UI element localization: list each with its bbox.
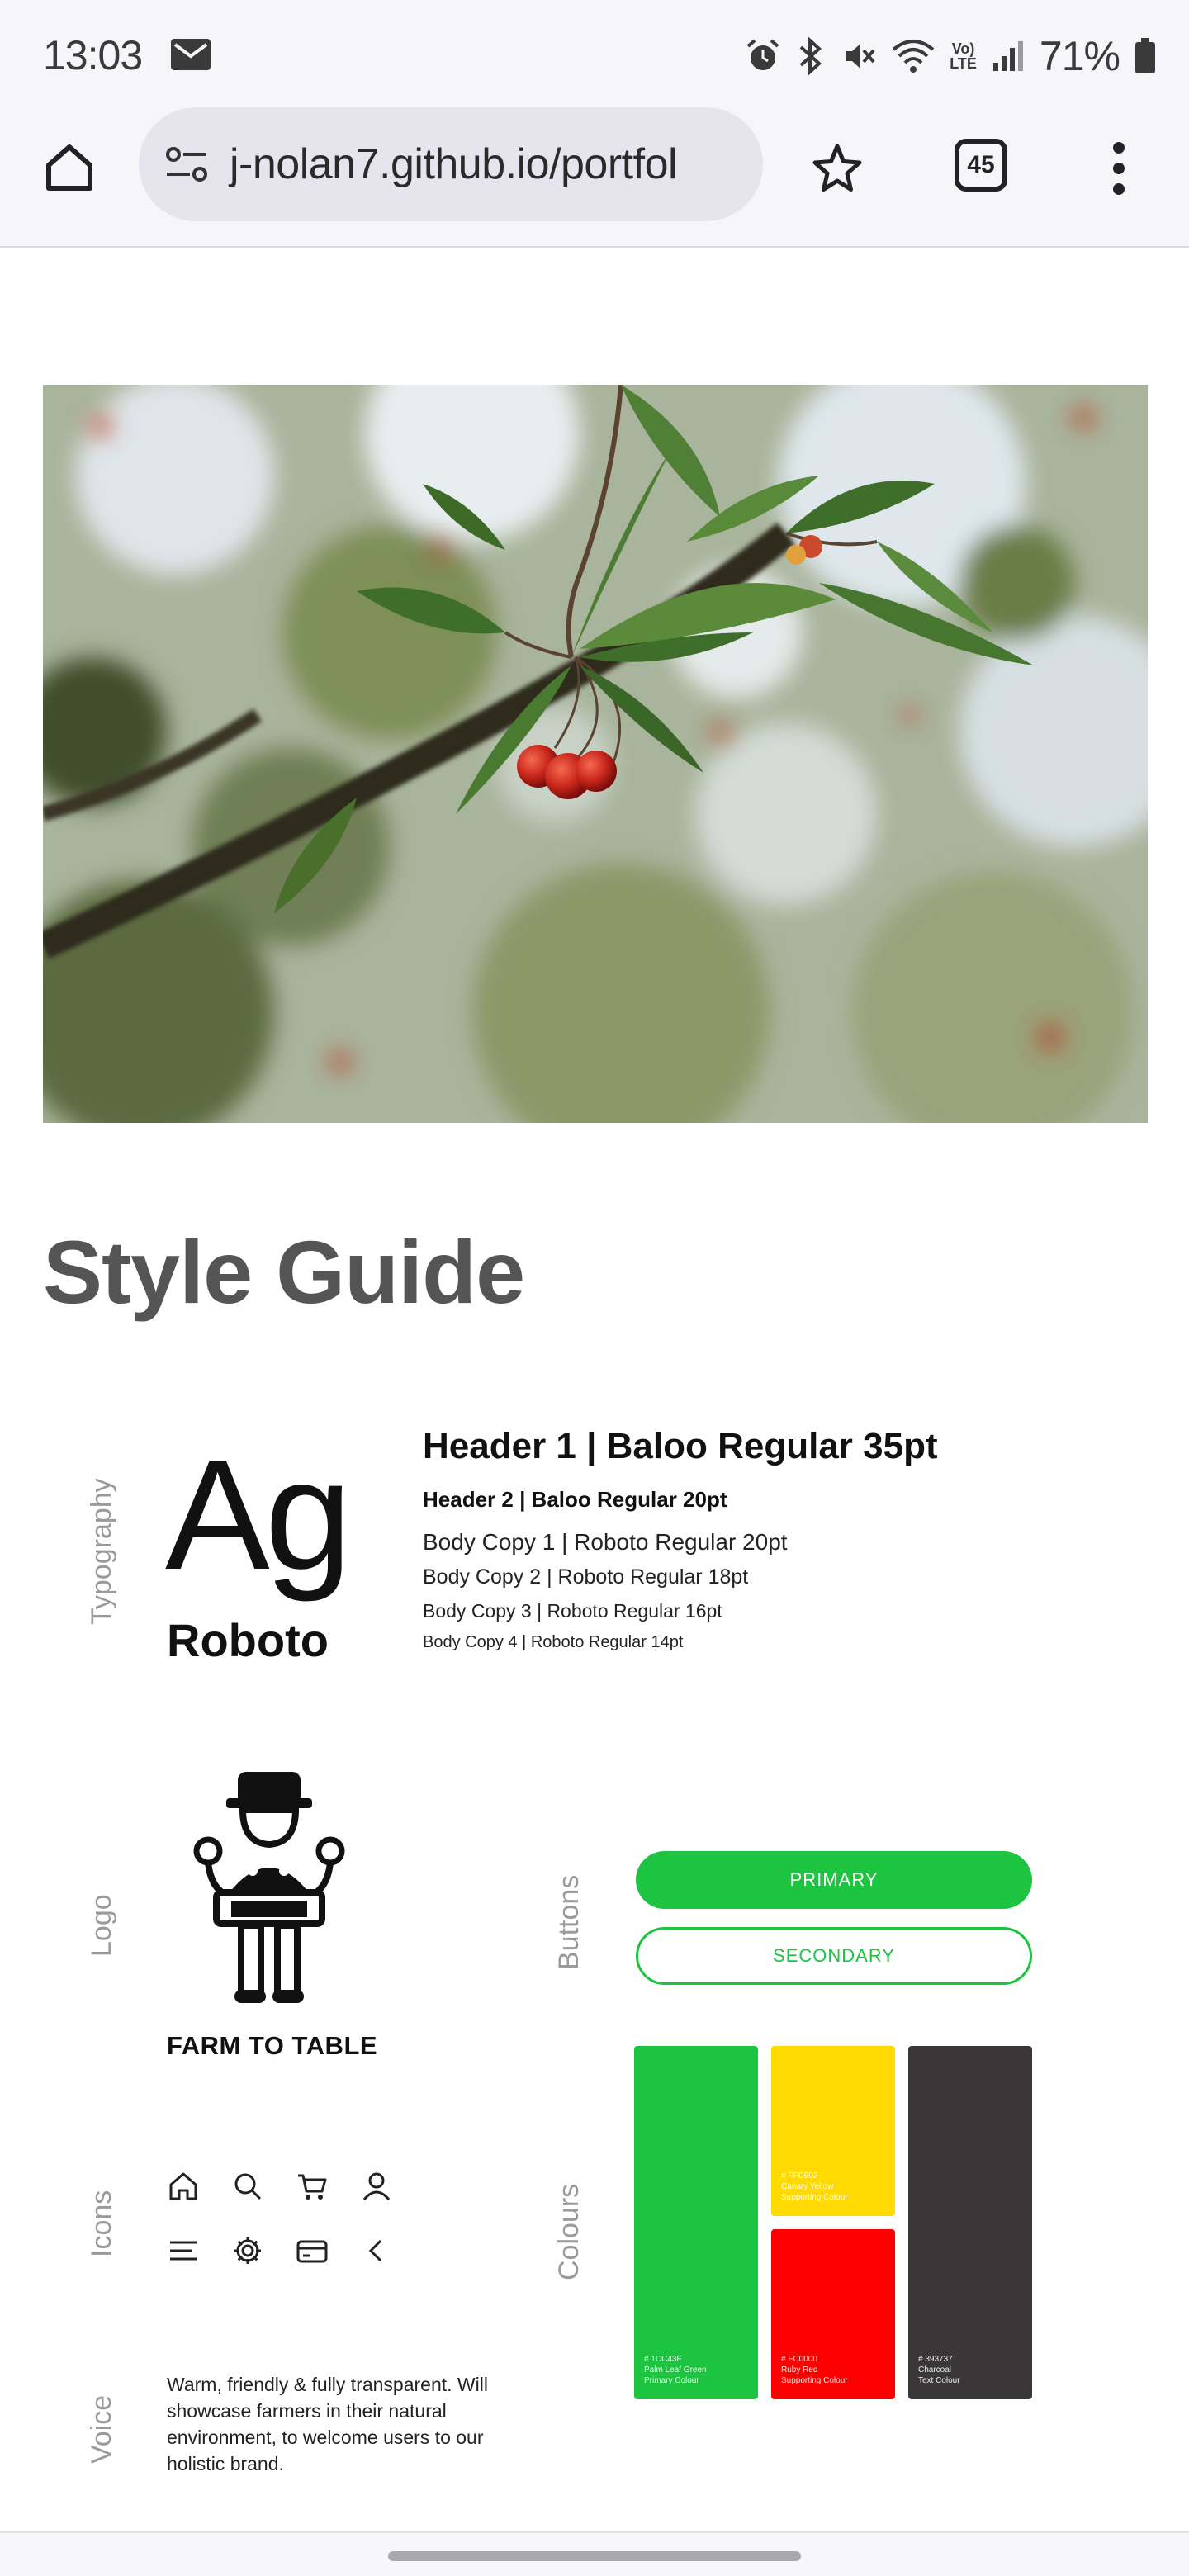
font-sample: Ag [165,1428,352,1603]
home-button[interactable] [38,136,101,199]
swatch-hex: # 393737 [918,2355,953,2364]
mail-icon [171,39,211,70]
swatch-hex: # FFD902 [781,2171,818,2181]
swatch-yellow: # FFD902 Canary Yellow Supporting Colour [771,2046,895,2216]
mute-icon [846,44,875,69]
swatch-name: Ruby Red [781,2365,818,2375]
menu-dot [1113,163,1125,174]
type-body-1: Body Copy 1 | Roboto Regular 20pt [423,1529,788,1555]
logo-wordmark: FARM TO TABLE [167,2031,378,2060]
swatch-name: Palm Leaf Green [644,2365,707,2375]
swatch-caption: # FFD902 Canary Yellow Supporting Colour [781,2171,848,2203]
logo-label: Logo [86,1894,117,1957]
wifi-icon [892,40,935,73]
gesture-handle[interactable] [388,2551,801,2561]
swatch-name: Charcoal [918,2365,952,2375]
voice-label: Voice [86,2394,117,2464]
swatch-caption: # FC0000 Ruby Red Supporting Colour [781,2354,848,2386]
more-menu-icon[interactable] [1098,137,1139,200]
card-icon [294,2233,330,2269]
gear-icon [230,2233,266,2269]
hero-image [43,385,1148,1123]
battery-percent: 71% [1039,33,1120,79]
buttons-label: Buttons [553,1874,585,1970]
system-nav-bar [0,2531,1189,2576]
menu-icon [165,2233,201,2269]
star-icon [812,144,862,192]
home-icon [46,144,92,191]
swatch-name: Canary Yellow [781,2182,834,2191]
colours-label: Colours [553,2183,585,2280]
swatch-caption: # 393737 Charcoal Text Colour [918,2354,960,2386]
swatch-charcoal: # 393737 Charcoal Text Colour [908,2046,1032,2399]
swatch-green: # 1CC43F Palm Leaf Green Primary Colour [634,2046,758,2399]
icon-set [165,2168,413,2269]
type-scale-list: Header 1 | Baloo Regular 35pt Header 2 |… [423,1422,938,1658]
bluetooth-icon [799,37,822,75]
type-header-1: Header 1 | Baloo Regular 35pt [423,1426,938,1466]
menu-dot [1113,183,1125,195]
type-body-3: Body Copy 3 | Roboto Regular 16pt [423,1600,722,1622]
type-body-2: Body Copy 2 | Roboto Regular 18pt [423,1565,749,1589]
battery-icon [1135,38,1155,73]
typography-label: Typography [86,1478,117,1625]
page-title: Style Guide [43,1222,525,1322]
type-body-4: Body Copy 4 | Roboto Regular 14pt [423,1633,684,1651]
browser-toolbar: j-nolan7.github.io/portfol 45 [0,107,1189,248]
user-icon [358,2168,395,2204]
status-bar: 13:03 Vo) LTE 71% [0,0,1189,107]
tab-count: 45 [967,151,995,178]
signal-icon [992,41,1023,71]
menu-dot [1113,142,1125,154]
font-name: Roboto [167,1614,329,1666]
volte-line2: LTE [950,55,977,72]
icons-label: Icons [86,2190,117,2257]
swatch-role: Text Colour [918,2376,960,2385]
swatch-role: Supporting Colour [781,2193,848,2202]
address-bar[interactable]: j-nolan7.github.io/portfol [139,107,763,221]
secondary-button[interactable]: SECONDARY [636,1927,1032,1985]
tabs-button[interactable]: 45 [955,139,1007,192]
swatch-hex: # 1CC43F [644,2355,682,2364]
swatch-role: Primary Colour [644,2376,699,2385]
cart-icon [294,2168,330,2204]
type-header-2: Header 2 | Baloo Regular 20pt [423,1487,727,1512]
alarm-icon [746,39,779,70]
swatch-hex: # FC0000 [781,2355,817,2364]
chevron-left-icon [358,2233,395,2269]
bookmark-button[interactable] [806,137,869,200]
voice-description: Warm, friendly & fully transparent. Will… [167,2374,488,2474]
site-info-icon[interactable] [162,140,211,189]
volte-icon: Vo) LTE [950,41,977,71]
swatch-role: Supporting Colour [781,2376,848,2385]
swatch-red: # FC0000 Ruby Red Supporting Colour [771,2229,895,2399]
status-icons: Vo) LTE 71% [745,31,1156,81]
farmer-logo-icon [193,1772,345,2003]
status-time: 13:03 [43,32,143,78]
swatch-caption: # 1CC43F Palm Leaf Green Primary Colour [644,2354,707,2386]
home-icon [165,2168,201,2204]
primary-button[interactable]: PRIMARY [636,1851,1032,1909]
search-icon [230,2168,266,2204]
url-text[interactable]: j-nolan7.github.io/portfol [230,140,678,189]
volte-line1: Vo) [951,40,975,57]
